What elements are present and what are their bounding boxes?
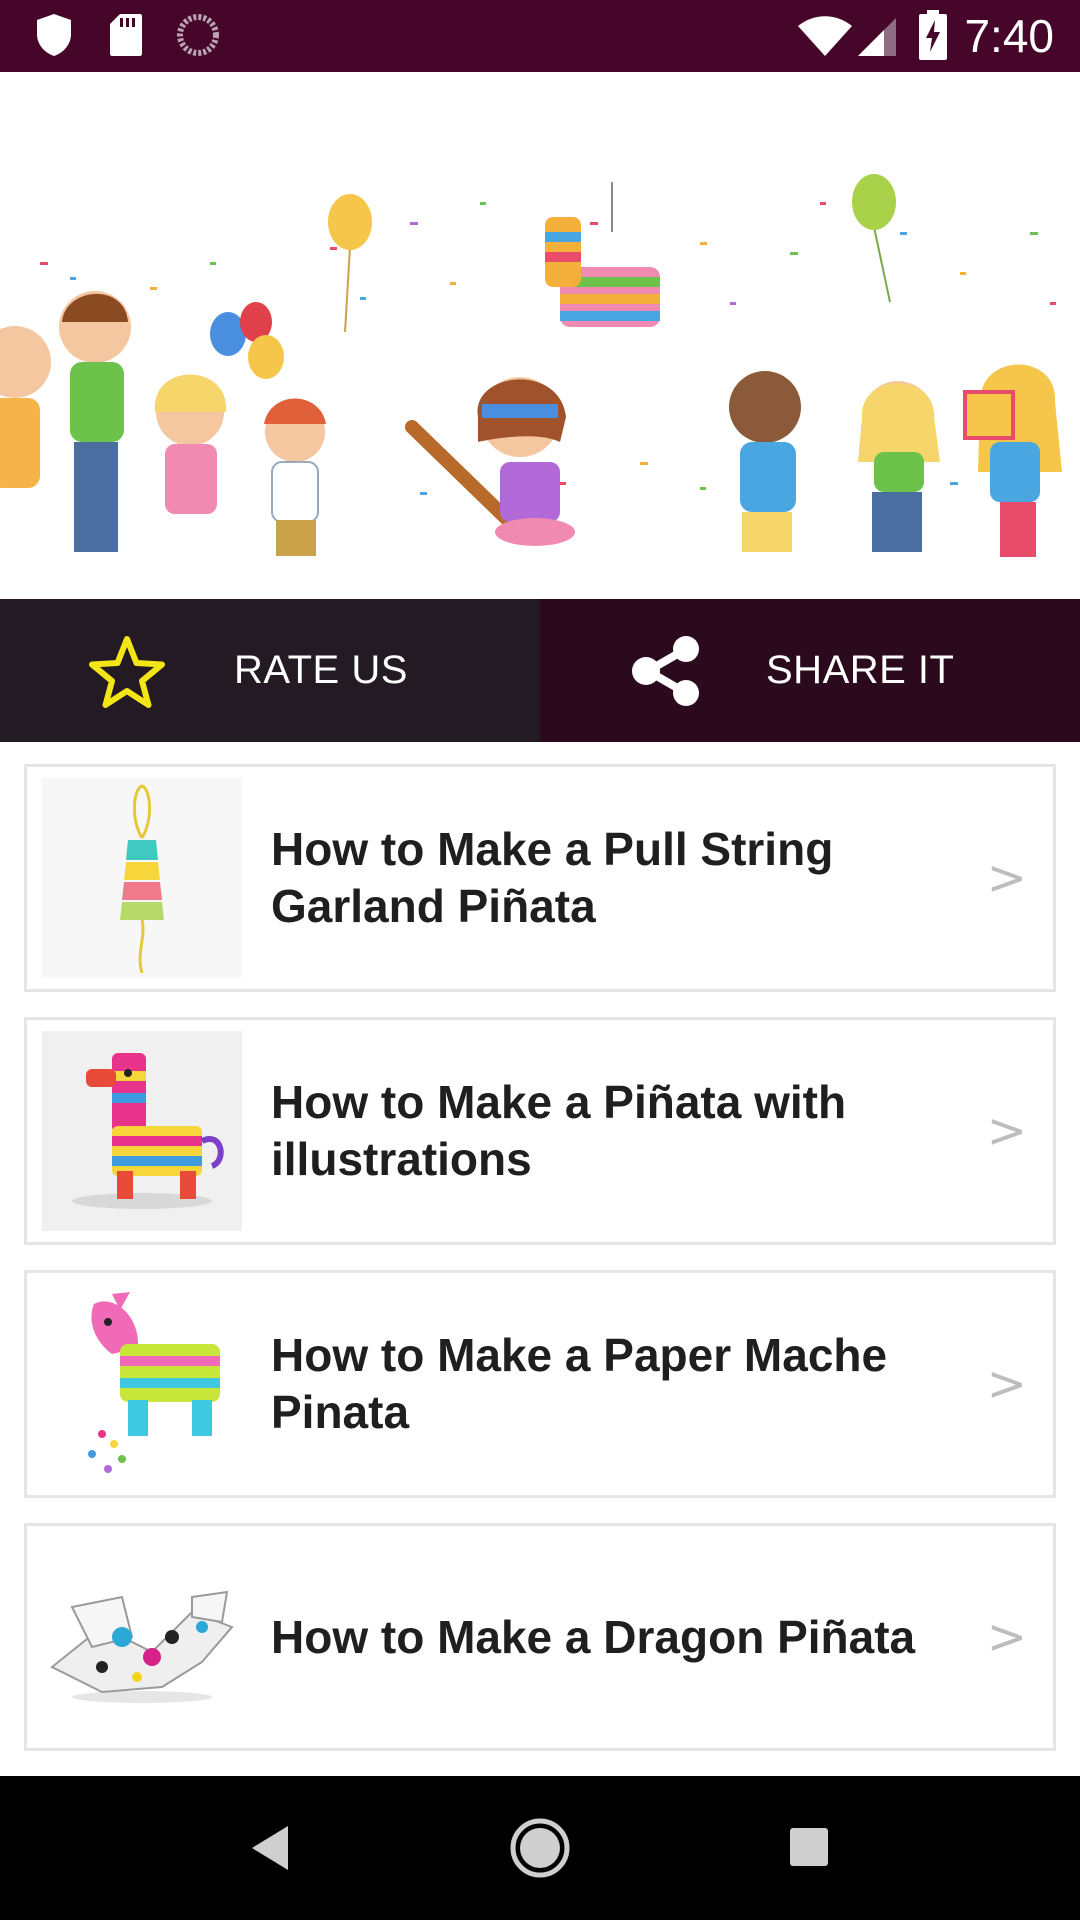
party-banner-illustration xyxy=(0,174,1062,557)
banner-image xyxy=(0,72,1080,599)
pink-horse-pinata-thumbnail xyxy=(42,1284,242,1484)
item-title: How to Make a Piñata with illustrations xyxy=(271,1076,847,1185)
recents-icon xyxy=(790,1828,828,1866)
list-item[interactable]: How to Make a Paper Mache Pinata > xyxy=(24,1270,1056,1498)
pull-string-pinata-thumbnail xyxy=(42,778,242,978)
shield-icon xyxy=(37,14,71,56)
sync-circle-icon xyxy=(177,14,219,56)
back-button[interactable] xyxy=(234,1812,306,1884)
item-title: How to Make a Dragon Piñata xyxy=(271,1610,916,1663)
list-item[interactable]: How to Make a Dragon Piñata > xyxy=(24,1523,1056,1751)
share-it-button[interactable]: SHARE IT xyxy=(540,599,1080,742)
status-bar: 7:40 xyxy=(0,0,1080,72)
list-item[interactable]: How to Make a Pull String Garland Piñata… xyxy=(24,764,1056,992)
rate-us-button[interactable]: RATE US xyxy=(0,599,540,742)
navigation-bar xyxy=(0,1776,1080,1920)
battery-charging-icon xyxy=(919,10,947,60)
home-button[interactable] xyxy=(504,1812,576,1884)
llama-pinata-thumbnail xyxy=(42,1031,242,1231)
star-icon xyxy=(89,636,165,708)
wifi-icon xyxy=(798,16,852,56)
share-it-label: SHARE IT xyxy=(766,648,955,692)
chevron-right-icon: > xyxy=(986,1356,1027,1412)
back-icon xyxy=(252,1826,288,1870)
recents-button[interactable] xyxy=(774,1812,846,1884)
chevron-right-icon: > xyxy=(986,850,1027,906)
action-bar: RATE US SHARE IT xyxy=(0,599,1080,742)
share-icon xyxy=(632,636,699,706)
dragon-pinata-thumbnail xyxy=(42,1537,242,1737)
chevron-right-icon: > xyxy=(986,1609,1027,1665)
list-item[interactable]: How to Make a Piñata with illustrations … xyxy=(24,1017,1056,1245)
rate-us-label: RATE US xyxy=(234,648,408,692)
home-icon xyxy=(510,1818,570,1878)
item-title: How to Make a Pull String Garland Piñata xyxy=(271,823,834,932)
sd-card-icon xyxy=(110,14,142,56)
chevron-right-icon: > xyxy=(986,1103,1027,1159)
cell-signal-icon xyxy=(858,18,896,56)
status-time: 7:40 xyxy=(964,10,1054,62)
item-title: How to Make a Paper Mache Pinata xyxy=(271,1329,888,1438)
tutorial-list: How to Make a Pull String Garland Piñata… xyxy=(24,764,1056,1776)
